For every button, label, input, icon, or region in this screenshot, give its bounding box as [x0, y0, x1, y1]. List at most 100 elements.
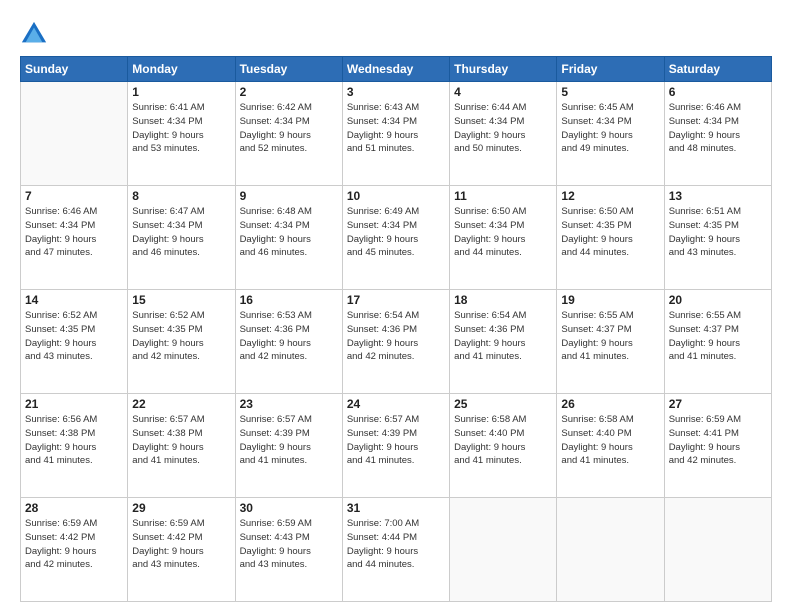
day-number: 29: [132, 501, 230, 515]
logo-icon: [20, 20, 48, 48]
calendar-cell: 2 Sunrise: 6:42 AM Sunset: 4:34 PM Daylig…: [235, 82, 342, 186]
day-info: Sunrise: 6:51 AM Sunset: 4:35 PM Dayligh…: [669, 205, 767, 260]
calendar-cell: 9 Sunrise: 6:48 AM Sunset: 4:34 PM Daylig…: [235, 186, 342, 290]
weekday-row: SundayMondayTuesdayWednesdayThursdayFrid…: [21, 57, 772, 82]
weekday-header-sunday: Sunday: [21, 57, 128, 82]
calendar-cell: [664, 498, 771, 602]
day-info: Sunrise: 6:42 AM Sunset: 4:34 PM Dayligh…: [240, 101, 338, 156]
day-number: 2: [240, 85, 338, 99]
day-number: 26: [561, 397, 659, 411]
day-number: 31: [347, 501, 445, 515]
day-number: 30: [240, 501, 338, 515]
day-number: 24: [347, 397, 445, 411]
day-info: Sunrise: 6:52 AM Sunset: 4:35 PM Dayligh…: [25, 309, 123, 364]
day-info: Sunrise: 6:57 AM Sunset: 4:39 PM Dayligh…: [347, 413, 445, 468]
day-info: Sunrise: 6:56 AM Sunset: 4:38 PM Dayligh…: [25, 413, 123, 468]
day-info: Sunrise: 6:44 AM Sunset: 4:34 PM Dayligh…: [454, 101, 552, 156]
day-number: 4: [454, 85, 552, 99]
day-info: Sunrise: 6:49 AM Sunset: 4:34 PM Dayligh…: [347, 205, 445, 260]
calendar-cell: 1Sunrise: 6:41 AM Sunset: 4:34 PM Daylig…: [128, 82, 235, 186]
calendar-cell: 15Sunrise: 6:52 AM Sunset: 4:35 PM Dayli…: [128, 290, 235, 394]
day-number: 3: [347, 85, 445, 99]
calendar-cell: 13 Sunrise: 6:51 AM Sunset: 4:35 PM Dayli…: [664, 186, 771, 290]
page: SundayMondayTuesdayWednesdayThursdayFrid…: [0, 0, 792, 612]
calendar-cell: 14 Sunrise: 6:52 AM Sunset: 4:35 PM Dayli…: [21, 290, 128, 394]
day-info: Sunrise: 6:57 AM Sunset: 4:38 PM Dayligh…: [132, 413, 230, 468]
week-row-3: 21 Sunrise: 6:56 AM Sunset: 4:38 PM Dayli…: [21, 394, 772, 498]
day-info: Sunrise: 6:55 AM Sunset: 4:37 PM Dayligh…: [669, 309, 767, 364]
day-info: Sunrise: 6:54 AM Sunset: 4:36 PM Dayligh…: [347, 309, 445, 364]
day-info: Sunrise: 6:47 AM Sunset: 4:34 PM Dayligh…: [132, 205, 230, 260]
day-number: 23: [240, 397, 338, 411]
day-info: Sunrise: 6:59 AM Sunset: 4:43 PM Dayligh…: [240, 517, 338, 572]
week-row-2: 14 Sunrise: 6:52 AM Sunset: 4:35 PM Dayli…: [21, 290, 772, 394]
calendar-cell: 23 Sunrise: 6:57 AM Sunset: 4:39 PM Dayli…: [235, 394, 342, 498]
day-info: Sunrise: 6:46 AM Sunset: 4:34 PM Dayligh…: [669, 101, 767, 156]
weekday-header-tuesday: Tuesday: [235, 57, 342, 82]
calendar-cell: 27 Sunrise: 6:59 AM Sunset: 4:41 PM Dayli…: [664, 394, 771, 498]
day-info: Sunrise: 6:58 AM Sunset: 4:40 PM Dayligh…: [454, 413, 552, 468]
calendar-cell: 26 Sunrise: 6:58 AM Sunset: 4:40 PM Dayli…: [557, 394, 664, 498]
calendar-body: 1Sunrise: 6:41 AM Sunset: 4:34 PM Daylig…: [21, 82, 772, 602]
calendar-cell: 25 Sunrise: 6:58 AM Sunset: 4:40 PM Dayli…: [450, 394, 557, 498]
day-number: 17: [347, 293, 445, 307]
weekday-header-friday: Friday: [557, 57, 664, 82]
day-info: Sunrise: 6:57 AM Sunset: 4:39 PM Dayligh…: [240, 413, 338, 468]
calendar-cell: 20 Sunrise: 6:55 AM Sunset: 4:37 PM Dayli…: [664, 290, 771, 394]
header: [20, 16, 772, 48]
day-info: Sunrise: 6:59 AM Sunset: 4:42 PM Dayligh…: [132, 517, 230, 572]
day-number: 5: [561, 85, 659, 99]
day-info: Sunrise: 6:59 AM Sunset: 4:41 PM Dayligh…: [669, 413, 767, 468]
weekday-header-monday: Monday: [128, 57, 235, 82]
weekday-header-saturday: Saturday: [664, 57, 771, 82]
day-number: 25: [454, 397, 552, 411]
day-number: 16: [240, 293, 338, 307]
calendar-cell: 21 Sunrise: 6:56 AM Sunset: 4:38 PM Dayli…: [21, 394, 128, 498]
day-info: Sunrise: 6:43 AM Sunset: 4:34 PM Dayligh…: [347, 101, 445, 156]
calendar-cell: 24 Sunrise: 6:57 AM Sunset: 4:39 PM Dayli…: [342, 394, 449, 498]
calendar-cell: 6 Sunrise: 6:46 AM Sunset: 4:34 PM Daylig…: [664, 82, 771, 186]
day-number: 20: [669, 293, 767, 307]
week-row-1: 7Sunrise: 6:46 AM Sunset: 4:34 PM Daylig…: [21, 186, 772, 290]
calendar-cell: 17 Sunrise: 6:54 AM Sunset: 4:36 PM Dayli…: [342, 290, 449, 394]
calendar-cell: 29 Sunrise: 6:59 AM Sunset: 4:42 PM Dayli…: [128, 498, 235, 602]
calendar-cell: 3 Sunrise: 6:43 AM Sunset: 4:34 PM Daylig…: [342, 82, 449, 186]
calendar-cell: 30 Sunrise: 6:59 AM Sunset: 4:43 PM Dayli…: [235, 498, 342, 602]
day-info: Sunrise: 6:55 AM Sunset: 4:37 PM Dayligh…: [561, 309, 659, 364]
day-number: 8: [132, 189, 230, 203]
calendar-cell: 11Sunrise: 6:50 AM Sunset: 4:34 PM Dayli…: [450, 186, 557, 290]
day-number: 21: [25, 397, 123, 411]
day-info: Sunrise: 6:50 AM Sunset: 4:35 PM Dayligh…: [561, 205, 659, 260]
day-info: Sunrise: 6:54 AM Sunset: 4:36 PM Dayligh…: [454, 309, 552, 364]
calendar-cell: 22Sunrise: 6:57 AM Sunset: 4:38 PM Dayli…: [128, 394, 235, 498]
day-number: 12: [561, 189, 659, 203]
day-info: Sunrise: 7:00 AM Sunset: 4:44 PM Dayligh…: [347, 517, 445, 572]
calendar-header: SundayMondayTuesdayWednesdayThursdayFrid…: [21, 57, 772, 82]
day-number: 6: [669, 85, 767, 99]
day-number: 9: [240, 189, 338, 203]
calendar-cell: [557, 498, 664, 602]
calendar-cell: 12 Sunrise: 6:50 AM Sunset: 4:35 PM Dayli…: [557, 186, 664, 290]
calendar-cell: [450, 498, 557, 602]
day-number: 19: [561, 293, 659, 307]
day-info: Sunrise: 6:58 AM Sunset: 4:40 PM Dayligh…: [561, 413, 659, 468]
calendar-table: SundayMondayTuesdayWednesdayThursdayFrid…: [20, 56, 772, 602]
day-info: Sunrise: 6:52 AM Sunset: 4:35 PM Dayligh…: [132, 309, 230, 364]
calendar-cell: 16 Sunrise: 6:53 AM Sunset: 4:36 PM Dayli…: [235, 290, 342, 394]
calendar-cell: 19 Sunrise: 6:55 AM Sunset: 4:37 PM Dayli…: [557, 290, 664, 394]
day-info: Sunrise: 6:41 AM Sunset: 4:34 PM Dayligh…: [132, 101, 230, 156]
day-number: 14: [25, 293, 123, 307]
calendar-cell: [21, 82, 128, 186]
calendar-cell: 28Sunrise: 6:59 AM Sunset: 4:42 PM Dayli…: [21, 498, 128, 602]
day-info: Sunrise: 6:53 AM Sunset: 4:36 PM Dayligh…: [240, 309, 338, 364]
calendar-cell: 7Sunrise: 6:46 AM Sunset: 4:34 PM Daylig…: [21, 186, 128, 290]
day-number: 27: [669, 397, 767, 411]
day-info: Sunrise: 6:45 AM Sunset: 4:34 PM Dayligh…: [561, 101, 659, 156]
calendar-cell: 8 Sunrise: 6:47 AM Sunset: 4:34 PM Daylig…: [128, 186, 235, 290]
day-number: 28: [25, 501, 123, 515]
day-info: Sunrise: 6:48 AM Sunset: 4:34 PM Dayligh…: [240, 205, 338, 260]
week-row-0: 1Sunrise: 6:41 AM Sunset: 4:34 PM Daylig…: [21, 82, 772, 186]
weekday-header-wednesday: Wednesday: [342, 57, 449, 82]
day-info: Sunrise: 6:50 AM Sunset: 4:34 PM Dayligh…: [454, 205, 552, 260]
day-number: 13: [669, 189, 767, 203]
